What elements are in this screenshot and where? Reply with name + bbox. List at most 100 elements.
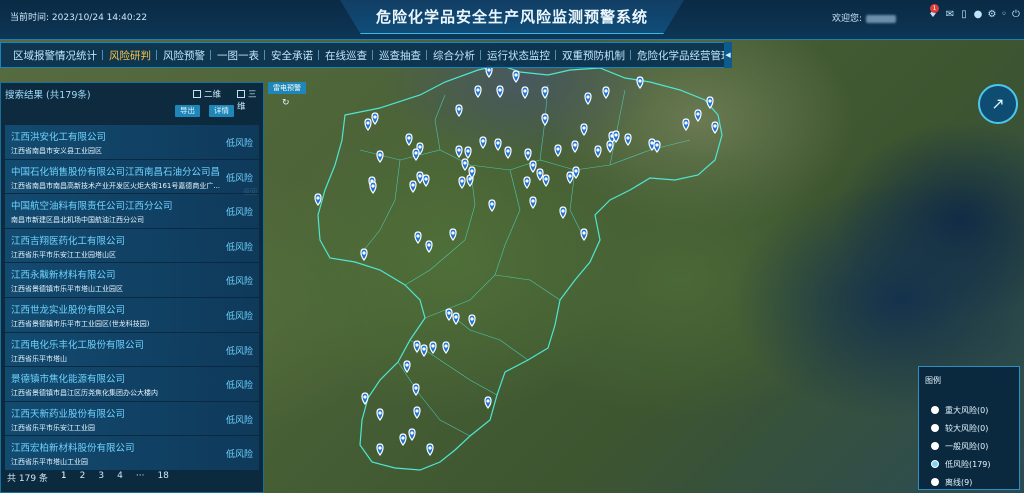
user-icon[interactable]: ● [971,8,985,22]
company-address: 江西省乐平市乐安江工业园塔山区 [11,250,116,259]
map-marker-dot [582,231,586,235]
map-marker-dot [470,317,474,321]
risk-level: 低风险 [225,346,253,357]
mail-icon[interactable]: ✉ [943,8,957,22]
risk-level: 低风险 [225,450,253,461]
map-marker-dot [523,89,527,93]
risk-level: 低风险 [225,139,253,149]
map-marker-dot [487,68,491,72]
map-marker-dot [586,95,590,99]
page-2[interactable]: 2 [80,471,86,484]
map-marker-dot [526,151,530,155]
list-item[interactable]: 江西天新药业股份有限公司 江西省乐平市乐安江工业园 低风险 [5,401,259,437]
company-address: 南昌市新建区昌北机场中国航油江西分公司 [11,216,144,225]
map-marker-dot [684,121,688,125]
pager-total: 共 179 条 [7,474,48,484]
map-marker-dot [457,148,461,152]
legend-offline[interactable]: 离线(9) [931,477,972,488]
map-marker-dot [543,89,547,93]
company-address: 江西省乐平市塔山工业园 [11,458,88,467]
tab-dual-prevention[interactable]: 双重预防机制 [555,48,631,63]
app-root: 当前时间: 2023/10/24 14:40:22 危险化学品安全生产风险监测预… [0,0,1024,493]
map-marker-dot [556,147,560,151]
tab-risk-judgement[interactable]: 风险研判 [102,48,157,63]
legend-larger-risk[interactable]: 较大风险(0) [931,423,988,434]
tab-region-alarm[interactable]: 区域报警情况统计 [7,48,103,63]
power-icon[interactable]: ⏻ [1009,8,1023,22]
company-name: 中国石化销售股份有限公司江西南昌石油分公司昌... [11,166,221,178]
map-marker-dot [470,169,474,173]
tab-analysis[interactable]: 综合分析 [426,48,481,63]
search-results-panel: 搜索结果 (共179条) 二维 三维 导出 详情 返回 江西洪安化工有限公司江西… [0,82,264,493]
tab-risk-warning[interactable]: 风险预警 [156,48,211,63]
map-marker-dot [410,431,414,435]
list-item[interactable]: 景德镇市焦化能源有限公司 江西省景德镇市昌江区历尧焦化集团办公大楼内 低风险 [5,367,259,402]
company-name: 江西永黻新材料有限公司 [11,270,116,282]
map-marker-dot [481,139,485,143]
chart-icon[interactable]: ↗ [978,84,1018,124]
map-marker-dot [371,184,375,188]
legend-general-risk[interactable]: 一般风险(0) [931,441,988,452]
thunder-warning-button[interactable]: 雷电预警 [268,82,306,94]
company-address: 江西省景德镇市乐平市塔山工业园区 [11,285,123,294]
radio-icon [931,406,939,414]
check-3d[interactable]: 三维 [237,88,263,112]
map-marker-dot [476,88,480,92]
map-marker-dot [568,174,572,178]
map-marker-dot [373,115,377,119]
map-marker-dot [366,121,370,125]
list-item[interactable]: 江西洪安化工有限公司 江西省南昌市安义县工业园区 低风险 [5,125,259,160]
page-1[interactable]: 1 [61,471,67,484]
company-name: 江西吉翔医药化工有限公司 [11,235,126,247]
map-marker-dot [544,177,548,181]
company-address: 江西省景德镇市昌江区历尧焦化集团办公大楼内 [11,389,158,398]
results-title: 搜索结果 (共179条) [5,87,91,101]
map-marker-dot [362,251,366,255]
map-marker-dot [415,343,419,347]
page-3[interactable]: 3 [98,471,104,484]
risk-level: 低风险 [225,242,253,253]
map-marker-dot [407,136,411,140]
list-item[interactable]: 江西吉翔医药化工有限公司 江西省乐平市乐安江工业园塔山区 低风险 [5,228,259,264]
company-name: 江西电化乐丰化工股份有限公司 [11,339,145,351]
map-marker-dot [506,149,510,153]
list-item[interactable]: 江西电化乐丰化工股份有限公司 江西省乐平市塔山 低风险 [5,332,259,368]
legend-low-risk[interactable]: 低风险(179) [931,459,991,470]
tab-online-patrol[interactable]: 在线巡查 [318,48,373,63]
map-marker-dot [574,169,578,173]
page-18[interactable]: 18 [157,471,168,484]
map-marker-dot [608,143,612,147]
list-item[interactable]: 江西世龙实业股份有限公司 江西省景德镇市乐平市工业园区(世龙科技园) 低风险 [5,297,259,333]
risk-level: 低风险 [225,381,253,392]
check-2d[interactable]: 二维 [193,88,221,100]
map-marker-dot [444,344,448,348]
tab-business-mgmt[interactable]: 危险化学品经营管理 [630,48,738,63]
tab-spot-check[interactable]: 巡查抽查 [372,48,427,63]
refresh-icon[interactable]: ↻ [282,98,290,108]
map-marker-dot [411,183,415,187]
map-marker-dot [415,409,419,413]
list-item[interactable]: 江西宏柏新材料股份有限公司 江西省乐平市塔山工业园 低风险 [5,436,259,471]
list-item[interactable]: 江西永黻新材料有限公司 江西省景德镇市乐平市塔山工业园区 低风险 [5,263,259,298]
legend-major-risk[interactable]: 重大风险(0) [931,405,988,416]
list-item[interactable]: 中国航空油料有限责任公司江西分公司 南昌市新建区昌北机场中国航油江西分公司 低风险 [5,194,259,229]
map-marker-dot [431,344,435,348]
detail-button[interactable]: 详情 [209,105,234,117]
phone-icon[interactable]: ▯ [957,8,971,22]
page-4[interactable]: 4 [117,471,123,484]
tab-safety-commitment[interactable]: 安全承诺 [264,48,319,63]
company-name: 江西洪安化工有限公司 [11,132,107,143]
tab-one-map[interactable]: 一图一表 [210,48,265,63]
map-marker-dot [427,243,431,247]
collapse-tabs-button[interactable]: ◀ [724,42,732,68]
time-label: 当前时间: [10,13,50,23]
map-marker-dot [468,177,472,181]
tab-run-status[interactable]: 运行状态监控 [480,48,556,63]
map-marker-dot [405,363,409,367]
map-marker-dot [416,234,420,238]
risk-level: 低风险 [225,173,253,184]
export-button[interactable]: 导出 [175,105,200,117]
results-list: 江西洪安化工有限公司 江西省南昌市安义县工业园区 低风险 中国石化销售股份有限公司江… [5,125,259,471]
map-marker-dot [561,209,565,213]
list-item[interactable]: 中国石化销售股份有限公司江西南昌石油分公司昌... 江西省南昌市南昌高新技术产业开… [5,159,259,195]
